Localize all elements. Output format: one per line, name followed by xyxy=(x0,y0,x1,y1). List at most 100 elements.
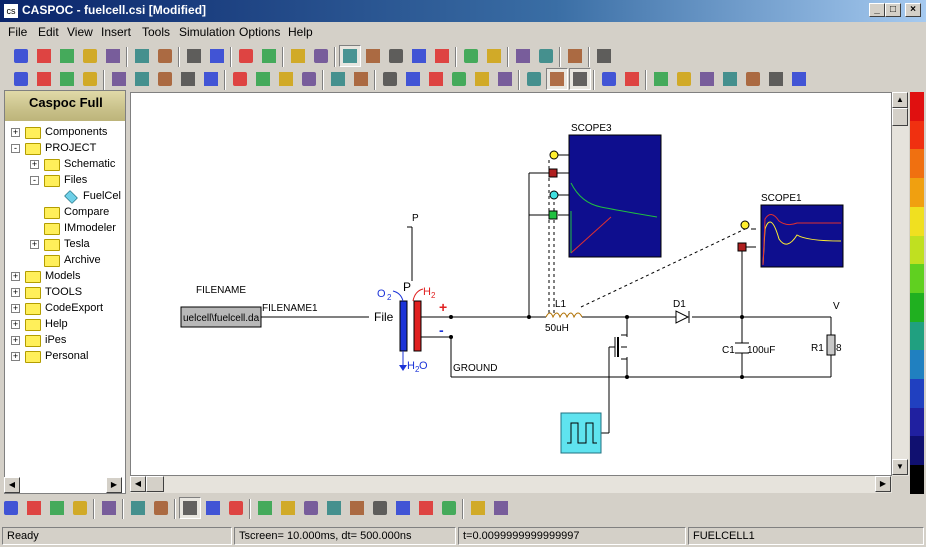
globe3-button[interactable] xyxy=(275,68,297,90)
paste-button[interactable] xyxy=(154,45,176,67)
import-button[interactable] xyxy=(535,45,557,67)
flip-button[interactable] xyxy=(131,68,153,90)
palette-swatch[interactable] xyxy=(910,465,924,494)
scope3-current-probe[interactable] xyxy=(548,168,558,178)
horizontal-scroll-thumb[interactable] xyxy=(146,476,164,492)
document-button[interactable] xyxy=(23,497,45,519)
record-button[interactable] xyxy=(254,497,276,519)
new-button[interactable] xyxy=(10,45,32,67)
edit-button[interactable] xyxy=(362,45,384,67)
menu-help[interactable]: Help xyxy=(288,25,313,39)
tree-button[interactable] xyxy=(127,497,149,519)
connect-button[interactable] xyxy=(460,45,482,67)
disconnect-button[interactable] xyxy=(483,45,505,67)
redo-button[interactable] xyxy=(206,45,228,67)
undo-button[interactable] xyxy=(183,45,205,67)
scroll-right-button[interactable]: ▶ xyxy=(875,476,891,492)
bars-button[interactable] xyxy=(621,68,643,90)
step-back-button[interactable] xyxy=(346,497,368,519)
scope3[interactable] xyxy=(568,134,662,258)
scope3-probe-yellow[interactable] xyxy=(549,150,559,160)
print-button[interactable] xyxy=(79,45,101,67)
inductor-l1[interactable] xyxy=(545,312,583,319)
arrow-button[interactable] xyxy=(564,45,586,67)
globe-button[interactable] xyxy=(229,68,251,90)
diode-d1[interactable] xyxy=(675,310,690,324)
menu-file[interactable]: File xyxy=(8,25,27,39)
palette-swatch[interactable] xyxy=(910,292,924,322)
open-button[interactable] xyxy=(33,45,55,67)
menu-view[interactable]: View xyxy=(67,25,93,39)
schematic-canvas[interactable]: uelcell\fuelcell.da FILENAME FILENAME1 F… xyxy=(130,92,892,476)
menu-edit[interactable]: Edit xyxy=(38,25,59,39)
canvas-horizontal-scrollbar[interactable]: ◀ ▶ xyxy=(130,476,892,493)
chart-button[interactable] xyxy=(0,497,22,519)
windows-button[interactable] xyxy=(490,497,512,519)
zoom-height-button[interactable] xyxy=(79,68,101,90)
palette-swatch[interactable] xyxy=(910,120,924,150)
grid-button[interactable] xyxy=(46,497,68,519)
pause-button[interactable] xyxy=(258,45,280,67)
tree-scroll-right-button[interactable]: ▶ xyxy=(106,477,122,493)
scope3-probe-cyan[interactable] xyxy=(549,190,559,200)
expand-icon[interactable]: + xyxy=(11,336,20,345)
first-button[interactable] xyxy=(277,497,299,519)
maximize-button[interactable]: □ xyxy=(885,3,901,17)
filter-button[interactable] xyxy=(200,68,222,90)
menu-simulation[interactable]: Simulation xyxy=(179,25,235,39)
sort-button[interactable] xyxy=(719,68,741,90)
save-button[interactable] xyxy=(56,45,78,67)
wire-button[interactable] xyxy=(402,68,424,90)
last-button[interactable] xyxy=(438,497,460,519)
run-button[interactable] xyxy=(235,45,257,67)
probe-button[interactable] xyxy=(298,68,320,90)
waveform-button[interactable] xyxy=(310,45,332,67)
vertical-scroll-thumb[interactable] xyxy=(892,108,908,126)
expand-icon[interactable]: + xyxy=(11,320,20,329)
app-icon[interactable]: cs xyxy=(4,4,18,18)
mosfet[interactable] xyxy=(617,337,619,357)
palette-swatch[interactable] xyxy=(910,321,924,351)
scope3-probe-green[interactable] xyxy=(548,210,558,220)
expand-icon[interactable]: + xyxy=(30,240,39,249)
expand-icon[interactable]: + xyxy=(11,352,20,361)
chip2-button[interactable] xyxy=(765,68,787,90)
step-button[interactable] xyxy=(392,497,414,519)
close-button[interactable]: × xyxy=(905,3,921,17)
expand-icon[interactable]: + xyxy=(11,272,20,281)
g-button[interactable] xyxy=(98,497,120,519)
play-button[interactable] xyxy=(369,497,391,519)
scope1-probe-yellow[interactable] xyxy=(740,220,750,230)
fast-back-button[interactable] xyxy=(300,497,322,519)
grid-button[interactable] xyxy=(546,68,568,90)
align-button[interactable] xyxy=(408,45,430,67)
scroll-left-button[interactable]: ◀ xyxy=(130,476,146,492)
fit-button[interactable] xyxy=(33,68,55,90)
image-button[interactable] xyxy=(179,497,201,519)
collapse-icon[interactable]: - xyxy=(30,176,39,185)
block-button[interactable] xyxy=(448,68,470,90)
palette-swatch[interactable] xyxy=(910,264,924,293)
color-palette[interactable] xyxy=(910,92,924,494)
settings-button[interactable] xyxy=(431,45,453,67)
table-button[interactable] xyxy=(788,68,810,90)
menu-insert[interactable]: Insert xyxy=(101,25,131,39)
palette-swatch[interactable] xyxy=(910,350,924,380)
chip-button[interactable] xyxy=(69,497,91,519)
palette-swatch[interactable] xyxy=(910,235,924,265)
clock-button[interactable] xyxy=(569,68,591,90)
palette-swatch[interactable] xyxy=(910,379,924,408)
expand-icon[interactable]: + xyxy=(11,304,20,313)
zoom-width-button[interactable] xyxy=(56,68,78,90)
expand-icon[interactable]: + xyxy=(30,160,39,169)
fast-forward-button[interactable] xyxy=(415,497,437,519)
tree-scroll-left-button[interactable]: ◀ xyxy=(4,477,20,493)
image2-button[interactable] xyxy=(202,497,224,519)
list-button[interactable] xyxy=(385,45,407,67)
truck-button[interactable] xyxy=(696,68,718,90)
back-button[interactable] xyxy=(323,497,345,519)
help-button[interactable] xyxy=(593,45,615,67)
palette-swatch[interactable] xyxy=(910,149,924,179)
palette-swatch[interactable] xyxy=(910,178,924,207)
palette-swatch[interactable] xyxy=(910,206,924,236)
